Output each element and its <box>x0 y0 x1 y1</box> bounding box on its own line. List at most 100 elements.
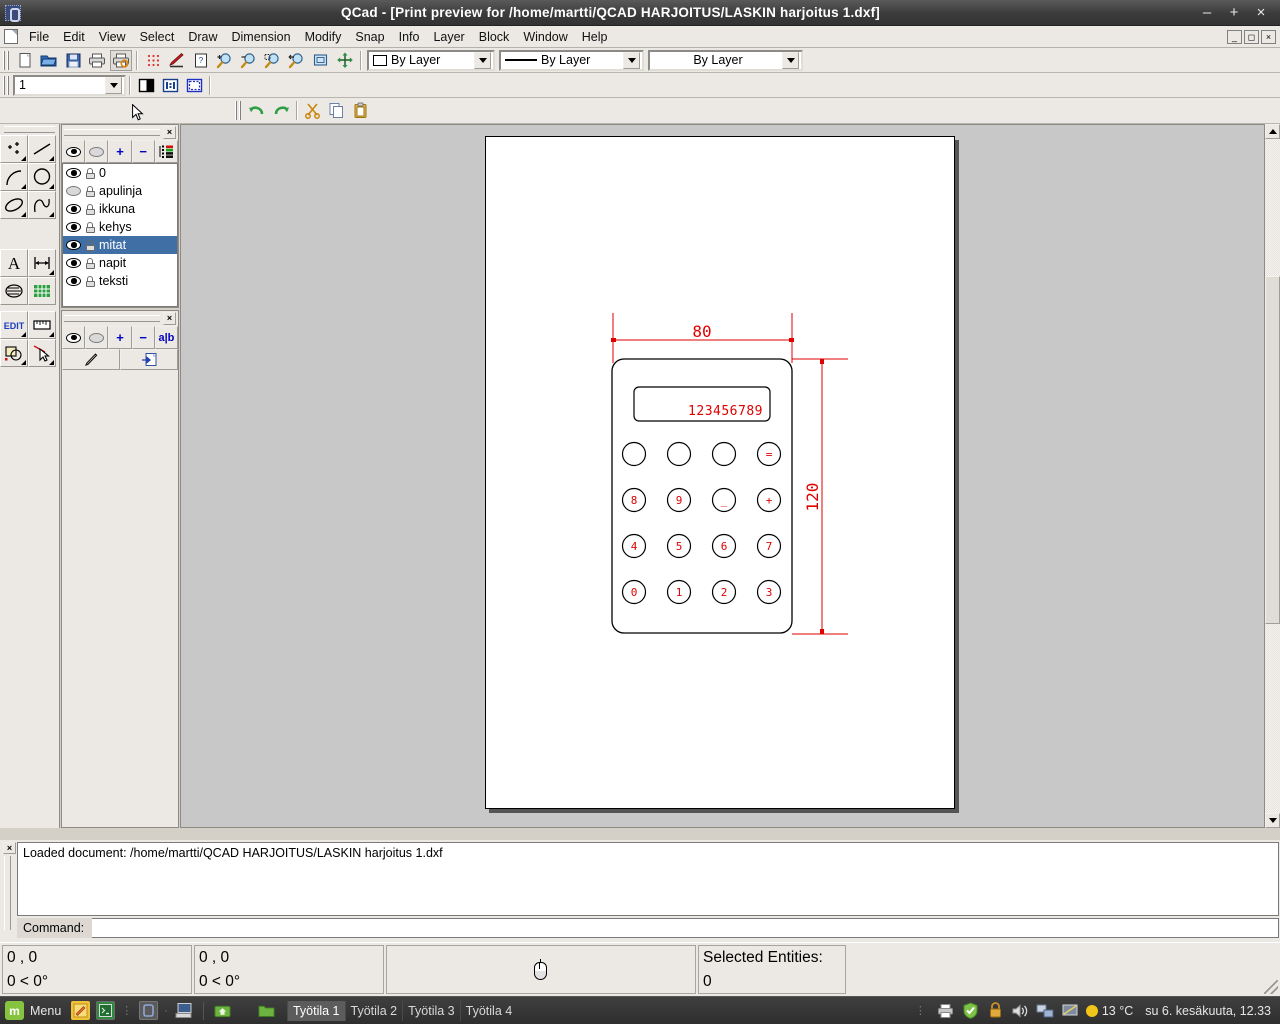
menu-draw[interactable]: Draw <box>181 28 224 46</box>
window-resize-grip[interactable] <box>1264 980 1278 994</box>
cut-button[interactable] <box>302 100 324 121</box>
paste-button[interactable] <box>350 100 372 121</box>
drawing-canvas[interactable]: 80 120 123456789 = 8 9 _ +4 5 6 7 0 1 2 3 <box>180 124 1280 828</box>
menu-select[interactable]: Select <box>133 28 182 46</box>
vertical-scroll-thumb[interactable] <box>1265 276 1280 624</box>
shield-check-tray-icon[interactable] <box>961 1001 980 1020</box>
command-input[interactable] <box>92 918 1279 938</box>
workspace-1[interactable]: Työtila 1 <box>286 1000 345 1021</box>
layer-row-apulinja[interactable]: apulinja <box>63 182 177 200</box>
monitor-task[interactable] <box>175 1001 194 1020</box>
toolbar-grip-3[interactable] <box>235 101 242 120</box>
measure-tool-button[interactable] <box>28 311 56 339</box>
half-filled-square-button[interactable] <box>135 75 157 96</box>
show-all-layers-button[interactable] <box>62 140 86 163</box>
circle-tool-button[interactable] <box>28 163 56 191</box>
left-palette-grip[interactable] <box>4 126 55 133</box>
arc-tool-button[interactable] <box>0 163 28 191</box>
mdi-close-button[interactable]: × <box>1261 29 1276 44</box>
home-folder-task[interactable] <box>213 1001 232 1020</box>
redo-button[interactable] <box>270 100 292 121</box>
layer-visibility-icon[interactable] <box>66 204 81 214</box>
rename-block-button[interactable]: a|b <box>154 326 179 349</box>
layer-row-0[interactable]: 0 <box>63 164 177 182</box>
zoom-previous-button[interactable] <box>286 50 308 71</box>
open-file-button[interactable] <box>38 50 60 71</box>
menu-file[interactable]: File <box>22 28 56 46</box>
layer-lock-icon[interactable] <box>85 185 95 197</box>
menu-modify[interactable]: Modify <box>298 28 349 46</box>
vertical-scrollbar[interactable] <box>1264 124 1280 828</box>
select-cursor-button[interactable] <box>28 339 56 367</box>
weather-indicator[interactable]: 13 °C <box>1085 1004 1133 1018</box>
command-area-grip[interactable] <box>4 856 11 930</box>
qcad-task[interactable] <box>139 1001 159 1020</box>
block-panel-grip[interactable] <box>64 315 160 322</box>
layer-visibility-icon[interactable] <box>66 168 81 178</box>
text-editor-launcher[interactable] <box>71 1001 91 1020</box>
mdi-restore-button[interactable]: ◻ <box>1244 29 1259 44</box>
pen-linewidth-combo[interactable]: By Layer <box>648 49 803 71</box>
toggle-grid-button[interactable] <box>142 50 164 71</box>
layer-visibility-icon[interactable] <box>66 186 81 196</box>
pan-move-button[interactable] <box>334 50 356 71</box>
dashed-marquee-button[interactable] <box>183 75 205 96</box>
layer-row-teksti[interactable]: teksti <box>63 272 177 290</box>
layer-panel-grip[interactable] <box>64 129 160 136</box>
undo-button[interactable] <box>246 100 268 121</box>
menu-dimension[interactable]: Dimension <box>225 28 298 46</box>
pen-linetype-dropdown-arrow[interactable] <box>623 51 640 69</box>
pen-linewidth-dropdown-arrow[interactable] <box>782 51 799 69</box>
pen-color-dropdown-arrow[interactable] <box>474 51 491 69</box>
red-pencil-button[interactable] <box>166 50 188 71</box>
speaker-tray-icon[interactable] <box>1011 1001 1030 1020</box>
zoom-out-button[interactable] <box>238 50 260 71</box>
current-layer-combo[interactable]: 1 <box>13 74 126 96</box>
pen-linetype-combo[interactable]: By Layer <box>499 49 644 71</box>
menu-view[interactable]: View <box>92 28 133 46</box>
zoom-auto-button[interactable] <box>310 50 332 71</box>
menu-info[interactable]: Info <box>392 28 427 46</box>
edit-block-button[interactable] <box>62 349 120 370</box>
layer-lock-icon[interactable] <box>85 221 95 233</box>
layer-row-kehys[interactable]: kehys <box>63 218 177 236</box>
add-layer-button[interactable]: + <box>108 140 132 163</box>
layer-settings-button[interactable] <box>154 140 179 163</box>
insert-block-button[interactable] <box>120 349 178 370</box>
menu-layer[interactable]: Layer <box>426 28 471 46</box>
hide-all-blocks-button[interactable] <box>85 326 109 349</box>
layer-lock-icon[interactable] <box>85 167 95 179</box>
save-file-button[interactable] <box>62 50 84 71</box>
mdi-minimize-button[interactable]: _ <box>1227 29 1242 44</box>
dimension-tool-button[interactable] <box>28 249 56 277</box>
taskbar-menu-label[interactable]: Menu <box>30 1004 61 1018</box>
block-list[interactable] <box>62 370 178 824</box>
print-button[interactable] <box>86 50 108 71</box>
layer-lock-icon[interactable] <box>85 203 95 215</box>
point-tool-button[interactable] <box>0 135 28 163</box>
layer-lock-icon[interactable] <box>85 257 95 269</box>
ellipse-tool-button[interactable] <box>0 191 28 219</box>
add-block-button[interactable]: + <box>108 326 132 349</box>
terminal-launcher[interactable] <box>96 1001 116 1020</box>
pen-color-combo[interactable]: By Layer <box>367 49 495 71</box>
tray-grip-dots[interactable]: ⋮ <box>915 1004 927 1017</box>
close-button[interactable]: × <box>1254 5 1268 20</box>
show-all-blocks-button[interactable] <box>62 326 86 349</box>
current-layer-dropdown-arrow[interactable] <box>105 76 122 94</box>
layer-row-napit[interactable]: napit <box>63 254 177 272</box>
network-tray-icon[interactable] <box>1036 1001 1055 1020</box>
remove-layer-button[interactable]: − <box>131 140 155 163</box>
copy-button[interactable] <box>326 100 348 121</box>
hide-all-layers-button[interactable] <box>85 140 109 163</box>
layer-row-mitat[interactable]: mitat <box>63 236 177 254</box>
menu-snap[interactable]: Snap <box>348 28 391 46</box>
layer-row-ikkuna[interactable]: ikkuna <box>63 200 177 218</box>
layer-panel-close-icon[interactable]: × <box>163 126 176 139</box>
scroll-up-button[interactable] <box>1265 124 1280 139</box>
workspace-2[interactable]: Työtila 2 <box>344 1000 403 1021</box>
workspace-3[interactable]: Työtila 3 <box>402 1000 460 1021</box>
new-file-button[interactable] <box>14 50 36 71</box>
file-manager-task[interactable] <box>257 1001 276 1020</box>
monitor-tray-icon[interactable] <box>1061 1001 1080 1020</box>
